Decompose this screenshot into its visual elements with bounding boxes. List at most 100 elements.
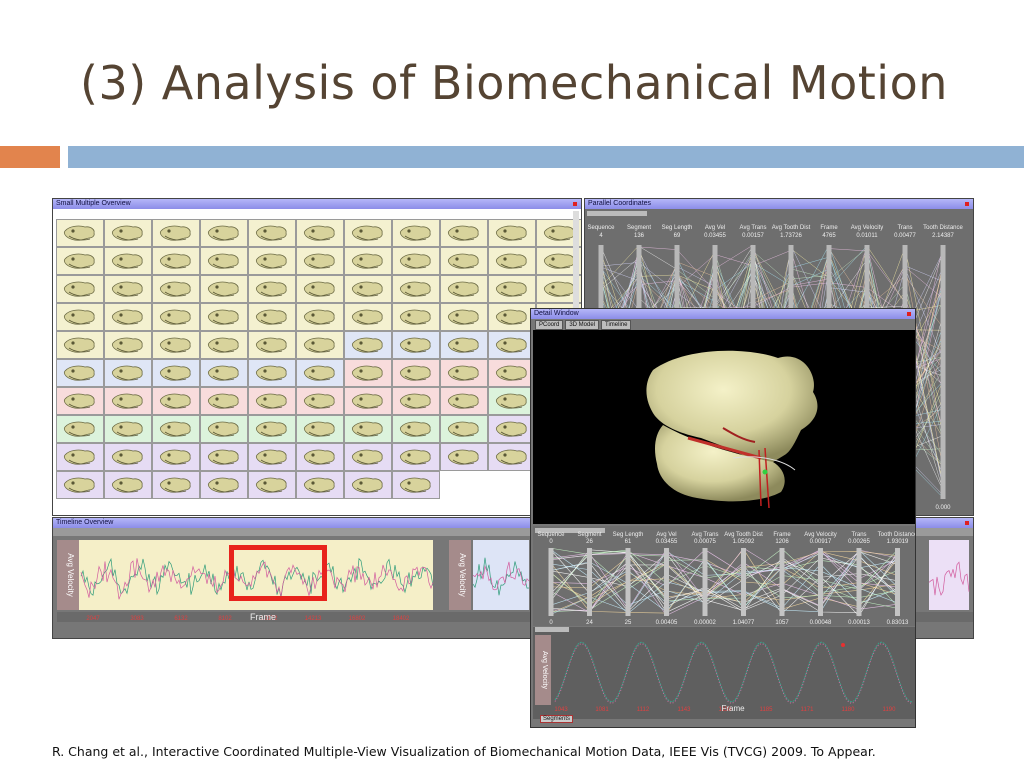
skull-thumbnail[interactable]	[488, 443, 536, 471]
skull-thumbnail[interactable]	[488, 415, 536, 443]
skull-thumbnail[interactable]	[56, 387, 104, 415]
skull-thumbnail[interactable]	[152, 247, 200, 275]
skull-thumbnail[interactable]	[344, 443, 392, 471]
skull-thumbnail[interactable]	[440, 247, 488, 275]
skull-thumbnail[interactable]	[200, 471, 248, 499]
detail-window[interactable]: Detail Window PCoord 3D Model Timeline S…	[530, 308, 916, 728]
tab-pcoord[interactable]: PCoord	[535, 320, 564, 330]
small-multiple-window[interactable]: Small Multiple Overview	[52, 198, 582, 516]
skull-thumbnail[interactable]	[488, 359, 536, 387]
skull-thumbnail[interactable]	[296, 331, 344, 359]
close-icon[interactable]	[907, 312, 911, 316]
3d-view[interactable]	[533, 330, 915, 524]
skull-thumbnail[interactable]	[344, 247, 392, 275]
skull-thumbnail[interactable]	[104, 303, 152, 331]
segments-button[interactable]: Segments	[540, 715, 574, 723]
skull-thumbnail[interactable]	[200, 219, 248, 247]
skull-thumbnail[interactable]	[152, 471, 200, 499]
skull-thumbnail[interactable]	[440, 359, 488, 387]
skull-thumbnail[interactable]	[392, 275, 440, 303]
skull-thumbnail[interactable]	[392, 247, 440, 275]
skull-thumbnail[interactable]	[152, 275, 200, 303]
skull-thumbnail[interactable]	[104, 275, 152, 303]
skull-thumbnail[interactable]	[296, 387, 344, 415]
skull-thumbnail[interactable]	[392, 219, 440, 247]
skull-thumbnail[interactable]	[152, 359, 200, 387]
skull-thumbnail[interactable]	[392, 387, 440, 415]
skull-thumbnail[interactable]	[488, 331, 536, 359]
skull-thumbnail[interactable]	[104, 471, 152, 499]
skull-thumbnail[interactable]	[200, 303, 248, 331]
skull-thumbnail[interactable]	[296, 247, 344, 275]
skull-thumbnail[interactable]	[488, 247, 536, 275]
skull-thumbnail[interactable]	[248, 219, 296, 247]
skull-thumbnail[interactable]	[296, 471, 344, 499]
skull-thumbnail[interactable]	[392, 443, 440, 471]
close-icon[interactable]	[965, 202, 969, 206]
skull-thumbnail[interactable]	[440, 387, 488, 415]
skull-thumbnail[interactable]	[56, 415, 104, 443]
skull-thumbnail[interactable]	[248, 387, 296, 415]
skull-thumbnail[interactable]	[488, 303, 536, 331]
skull-thumbnail[interactable]	[344, 471, 392, 499]
skull-thumbnail[interactable]	[200, 359, 248, 387]
skull-thumbnail[interactable]	[440, 331, 488, 359]
skull-thumbnail[interactable]	[56, 359, 104, 387]
skull-thumbnail[interactable]	[440, 443, 488, 471]
skull-thumbnail[interactable]	[296, 415, 344, 443]
close-icon[interactable]	[965, 521, 969, 525]
skull-thumbnail[interactable]	[104, 443, 152, 471]
skull-thumbnail[interactable]	[440, 219, 488, 247]
skull-thumbnail[interactable]	[392, 415, 440, 443]
skull-thumbnail[interactable]	[200, 443, 248, 471]
skull-thumbnail[interactable]	[248, 275, 296, 303]
skull-thumbnail[interactable]	[248, 471, 296, 499]
skull-thumbnail[interactable]	[392, 331, 440, 359]
skull-thumbnail[interactable]	[56, 303, 104, 331]
skull-thumbnail[interactable]	[296, 219, 344, 247]
detail-timeline-plot[interactable]: Avg Velocity1043 1081 1112 1143 1150 1185 1171…	[533, 627, 915, 719]
skull-thumbnail[interactable]	[440, 303, 488, 331]
skull-thumbnail[interactable]	[104, 219, 152, 247]
skull-thumbnail[interactable]	[152, 415, 200, 443]
skull-thumbnail[interactable]	[344, 219, 392, 247]
skull-thumbnail[interactable]	[344, 275, 392, 303]
skull-thumbnail[interactable]	[200, 275, 248, 303]
detail-parallel-coordinates[interactable]: Sequence00Segment2624Seg Length6125Avg V…	[533, 526, 915, 626]
skull-thumbnail[interactable]	[104, 247, 152, 275]
skull-thumbnail[interactable]	[200, 415, 248, 443]
skull-thumbnail[interactable]	[296, 275, 344, 303]
skull-thumbnail[interactable]	[344, 331, 392, 359]
skull-thumbnail[interactable]	[440, 275, 488, 303]
skull-thumbnail[interactable]	[344, 303, 392, 331]
skull-thumbnail[interactable]	[200, 387, 248, 415]
skull-thumbnail[interactable]	[296, 303, 344, 331]
tab-timeline[interactable]: Timeline	[601, 320, 632, 330]
skull-thumbnail[interactable]	[152, 219, 200, 247]
skull-thumbnail[interactable]	[392, 303, 440, 331]
skull-thumbnail[interactable]	[152, 331, 200, 359]
skull-thumbnail[interactable]	[296, 443, 344, 471]
skull-thumbnail[interactable]	[344, 415, 392, 443]
skull-thumbnail[interactable]	[56, 331, 104, 359]
skull-thumbnail[interactable]	[104, 331, 152, 359]
skull-thumbnail[interactable]	[344, 387, 392, 415]
skull-thumbnail[interactable]	[440, 415, 488, 443]
skull-thumbnail[interactable]	[296, 359, 344, 387]
skull-thumbnail[interactable]	[488, 219, 536, 247]
skull-thumbnail[interactable]	[200, 247, 248, 275]
skull-thumbnail[interactable]	[56, 471, 104, 499]
skull-thumbnail[interactable]	[392, 471, 440, 499]
tab-3d-model[interactable]: 3D Model	[565, 320, 600, 330]
skull-thumbnail[interactable]	[56, 219, 104, 247]
skull-thumbnail[interactable]	[248, 331, 296, 359]
skull-thumbnail[interactable]	[344, 359, 392, 387]
skull-thumbnail[interactable]	[248, 359, 296, 387]
skull-thumbnail[interactable]	[488, 275, 536, 303]
skull-thumbnail[interactable]	[56, 275, 104, 303]
skull-thumbnail[interactable]	[248, 247, 296, 275]
skull-thumbnail[interactable]	[152, 303, 200, 331]
skull-thumbnail[interactable]	[200, 331, 248, 359]
skull-thumbnail[interactable]	[104, 387, 152, 415]
skull-thumbnail[interactable]	[104, 359, 152, 387]
